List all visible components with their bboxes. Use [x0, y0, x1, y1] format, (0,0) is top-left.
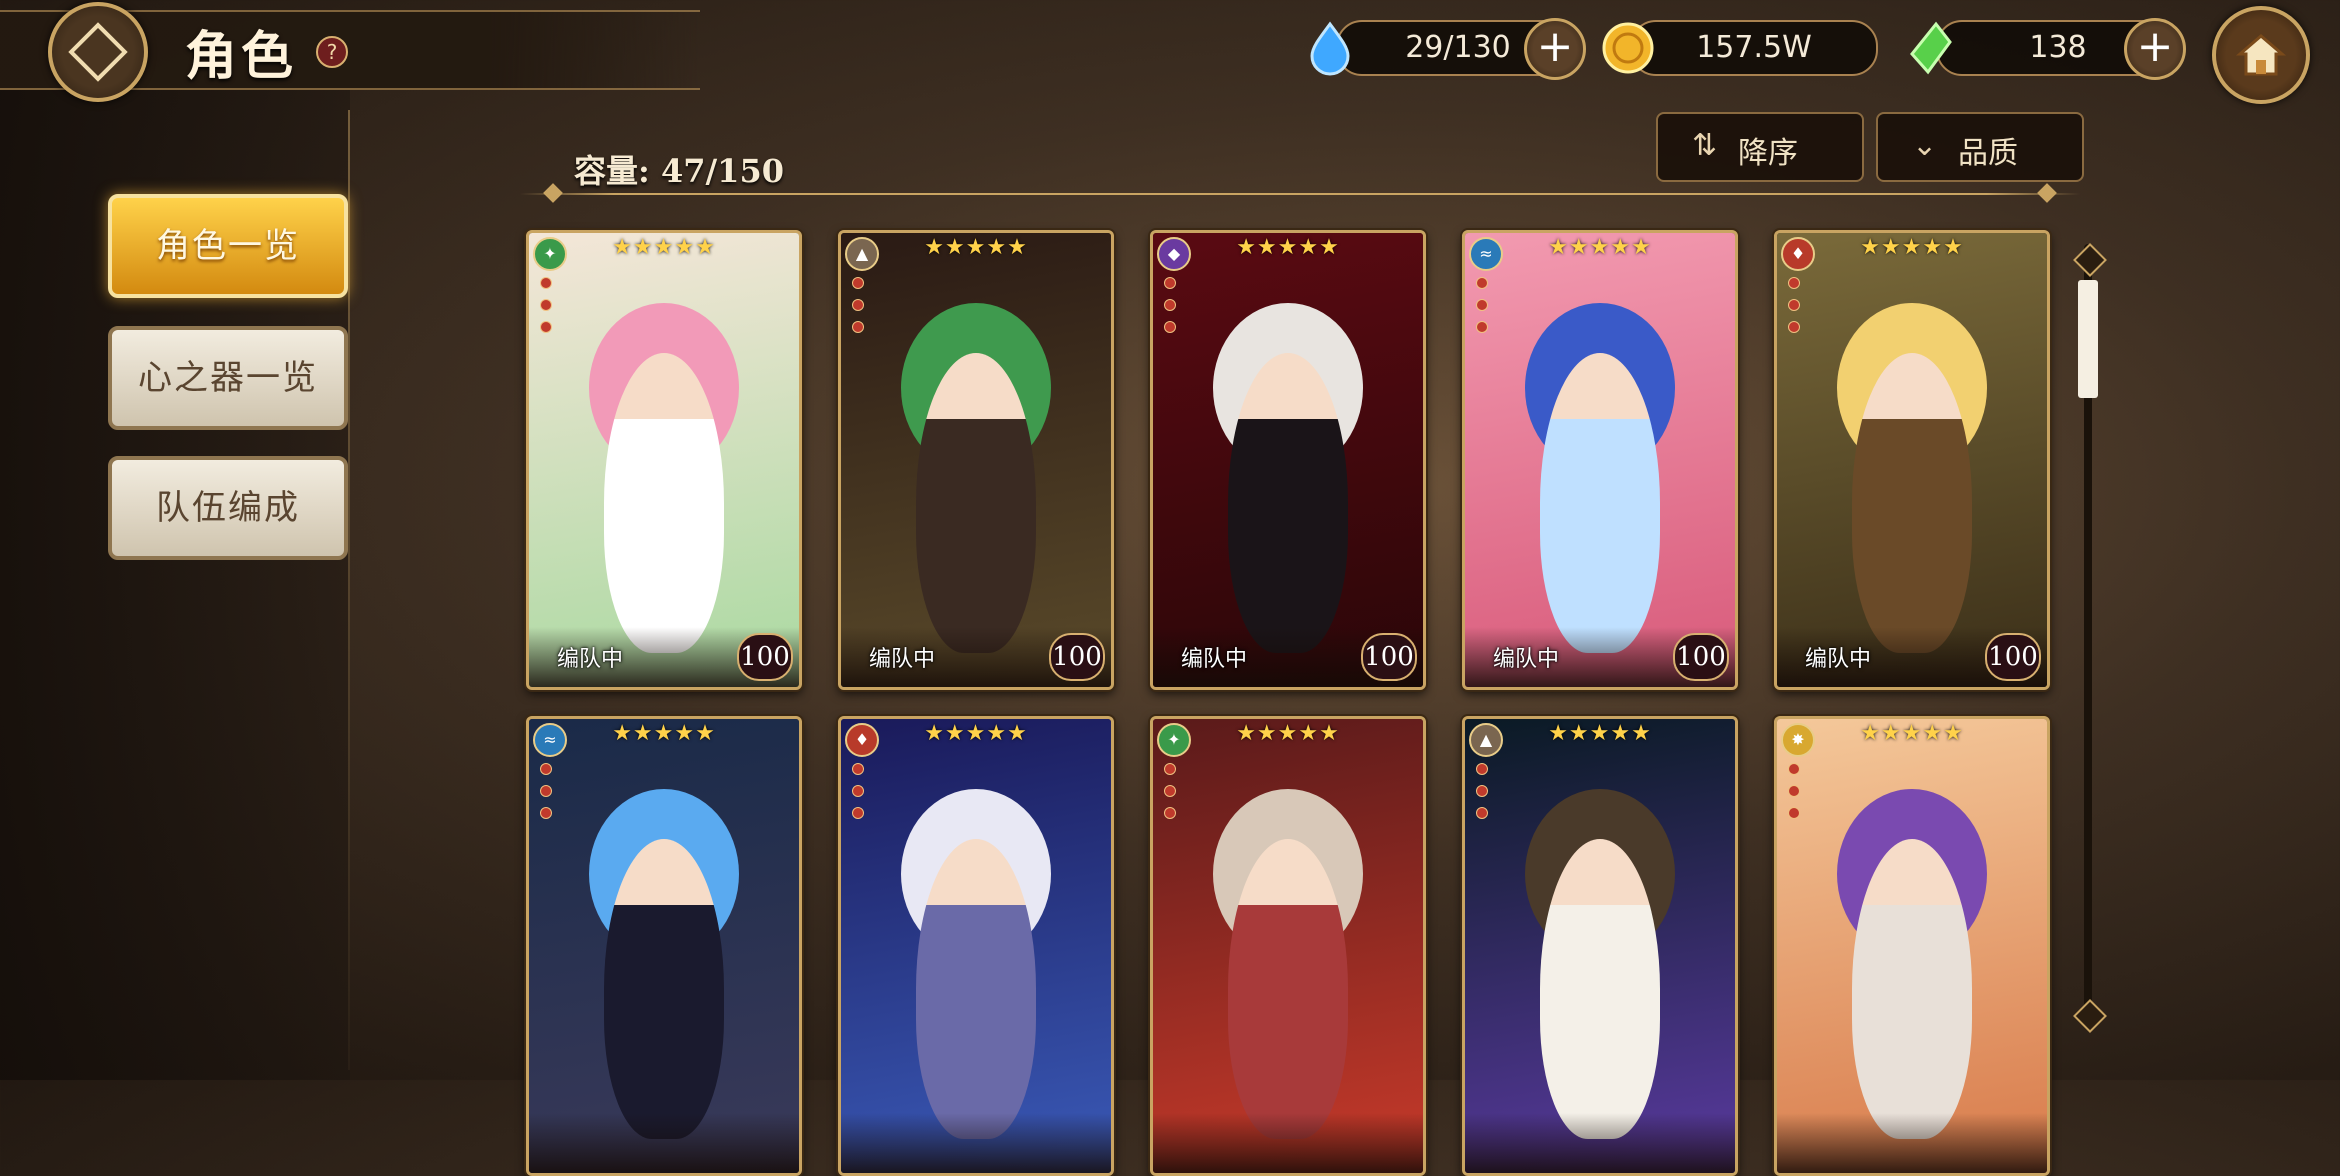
- element-water-icon: ≈: [1469, 237, 1503, 271]
- element-water-icon: ≈: [533, 723, 567, 757]
- card-footer-shade: [1777, 1113, 2047, 1173]
- help-icon[interactable]: ?: [316, 36, 348, 68]
- level-badge: 100: [737, 633, 793, 681]
- element-fire-icon: ♦: [845, 723, 879, 757]
- skill-dots: [1788, 763, 1800, 829]
- home-icon: [2235, 34, 2287, 76]
- skill-dots: [852, 277, 864, 343]
- character-card[interactable]: ★★★★★ ✸: [1774, 716, 2050, 1176]
- character-figure: [1228, 839, 1348, 1139]
- quality-filter-button[interactable]: ⌄ 品质: [1876, 112, 2084, 182]
- team-status: 编队中: [1493, 647, 1560, 672]
- rarity-stars: ★★★★★: [1236, 235, 1340, 260]
- chevron-down-icon: ⌄: [1912, 128, 1938, 163]
- quality-filter-label: 品质: [1958, 136, 2018, 171]
- team-status: 编队中: [869, 647, 936, 672]
- skill-dots: [1164, 763, 1176, 829]
- water-drop-icon: [1310, 21, 1350, 76]
- character-figure: [1228, 353, 1348, 653]
- level-badge: 100: [1985, 633, 2041, 681]
- element-earth-icon: ▲: [1469, 723, 1503, 757]
- character-figure: [1540, 839, 1660, 1139]
- panel-divider: [348, 110, 350, 1070]
- element-wind-icon: ✦: [1157, 723, 1191, 757]
- character-figure: [604, 839, 724, 1139]
- add-stamina-button[interactable]: +: [1524, 18, 1586, 80]
- character-card[interactable]: ★★★★★ ♦ 编队中 100: [1774, 230, 2050, 690]
- scroll-bottom-cap: [2073, 999, 2107, 1033]
- skill-dots: [540, 277, 552, 343]
- team-status: 编队中: [1181, 647, 1248, 672]
- level-badge: 100: [1673, 633, 1729, 681]
- character-card[interactable]: ★★★★★ ≈ 编队中 100: [1462, 230, 1738, 690]
- skill-dots: [852, 763, 864, 829]
- card-footer-shade: [841, 1113, 1111, 1173]
- character-card[interactable]: ★★★★★ ≈: [526, 716, 802, 1176]
- home-button[interactable]: [2212, 6, 2310, 104]
- rarity-stars: ★★★★★: [1860, 721, 1964, 746]
- rarity-stars: ★★★★★: [1548, 235, 1652, 260]
- rarity-stars: ★★★★★: [1548, 721, 1652, 746]
- menu-team-formation[interactable]: 队伍编成: [108, 456, 348, 560]
- character-figure: [604, 353, 724, 653]
- element-light-icon: ✸: [1781, 723, 1815, 757]
- rarity-stars: ★★★★★: [1236, 721, 1340, 746]
- back-button[interactable]: [48, 2, 148, 102]
- element-earth-icon: ▲: [845, 237, 879, 271]
- character-card[interactable]: ★★★★★ ▲: [1462, 716, 1738, 1176]
- card-footer-shade: [529, 1113, 799, 1173]
- menu-heart-vessel-list[interactable]: 心之器一览: [108, 326, 348, 430]
- character-card[interactable]: ★★★★★ ▲ 编队中 100: [838, 230, 1114, 690]
- skill-dots: [540, 763, 552, 829]
- team-status: 编队中: [1805, 647, 1872, 672]
- skill-dots: [1164, 277, 1176, 343]
- character-card[interactable]: ★★★★★ ✦ 编队中 100: [526, 230, 802, 690]
- gold-value: 157.5W: [1696, 30, 1812, 65]
- element-wind-icon: ✦: [533, 237, 567, 271]
- character-card[interactable]: ★★★★★ ♦: [838, 716, 1114, 1176]
- element-dark-icon: ◆: [1157, 237, 1191, 271]
- card-footer-shade: [1465, 1113, 1735, 1173]
- diamond-icon: [68, 22, 128, 82]
- green-crystal-icon: [1910, 21, 1952, 75]
- sort-order-icon: ⇅: [1692, 128, 1718, 163]
- card-footer-shade: [1153, 1113, 1423, 1173]
- ornamental-divider: [520, 193, 2080, 195]
- skill-dots: [1788, 277, 1800, 343]
- rarity-stars: ★★★★★: [1860, 235, 1964, 260]
- rarity-stars: ★★★★★: [924, 721, 1028, 746]
- character-figure: [1852, 353, 1972, 653]
- team-status: 编队中: [557, 647, 624, 672]
- rarity-stars: ★★★★★: [612, 235, 716, 260]
- sort-order-label: 降序: [1738, 136, 1798, 171]
- character-figure: [1540, 353, 1660, 653]
- character-figure: [916, 839, 1036, 1139]
- gold-coin-icon: [1602, 22, 1654, 74]
- sort-order-button[interactable]: ⇅ 降序: [1656, 112, 1864, 182]
- gold-counter: 157.5W: [1630, 20, 1878, 76]
- scrollbar-thumb[interactable]: [2078, 280, 2098, 398]
- menu-character-list[interactable]: 角色一览: [108, 194, 348, 298]
- level-badge: 100: [1361, 633, 1417, 681]
- rarity-stars: ★★★★★: [924, 235, 1028, 260]
- level-badge: 100: [1049, 633, 1105, 681]
- skill-dots: [1476, 277, 1488, 343]
- capacity-text: 容量: 47/150: [574, 152, 784, 190]
- add-gem-button[interactable]: +: [2124, 18, 2186, 80]
- character-figure: [916, 353, 1036, 653]
- element-fire-icon: ♦: [1781, 237, 1815, 271]
- skill-dots: [1476, 763, 1488, 829]
- scroll-top-cap: [2073, 243, 2107, 277]
- page-title: 角色: [185, 26, 298, 87]
- rarity-stars: ★★★★★: [612, 721, 716, 746]
- character-figure: [1852, 839, 1972, 1139]
- character-card[interactable]: ★★★★★ ✦: [1150, 716, 1426, 1176]
- character-card[interactable]: ★★★★★ ◆ 编队中 100: [1150, 230, 1426, 690]
